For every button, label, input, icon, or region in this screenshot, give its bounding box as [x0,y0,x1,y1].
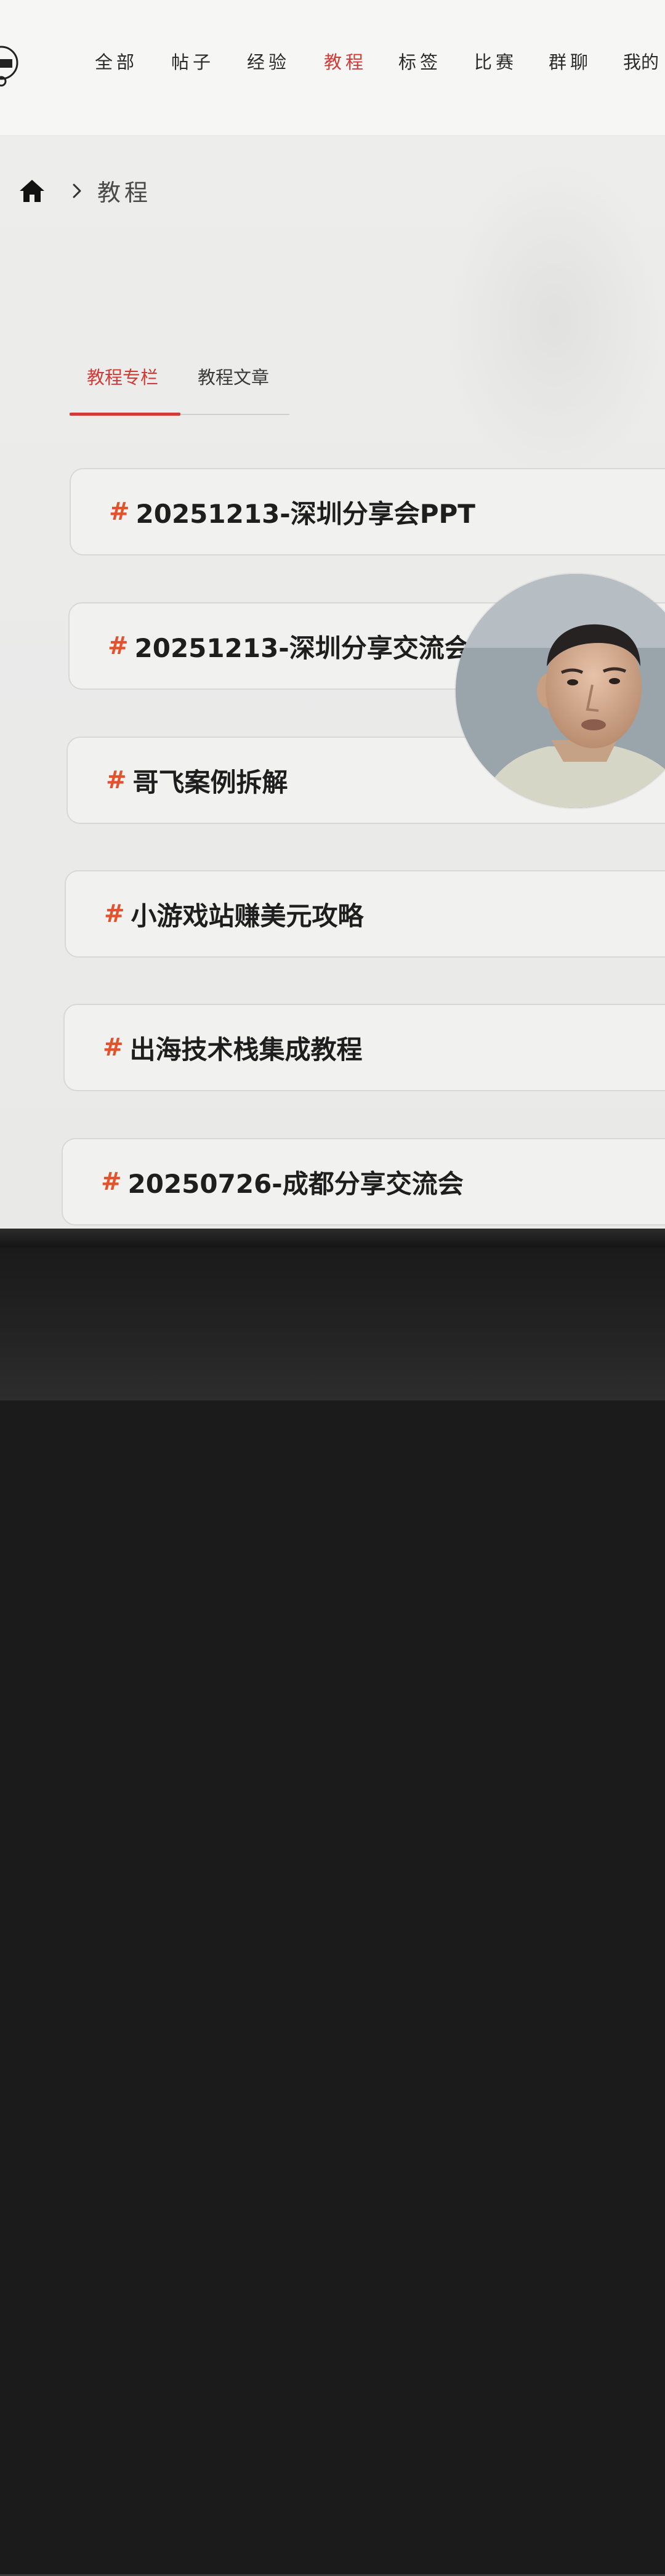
nav-item-mine[interactable]: 我的 [623,48,659,74]
card-title: 20251213-深圳分享会PPT [135,498,475,529]
nav-item-contests[interactable]: 比赛 [474,48,517,74]
monitor-bezel [0,1247,665,2576]
nav-item-experience[interactable]: 经验 [247,48,290,74]
column-card[interactable]: # 20250726-成都分享交流会 [62,1138,665,1225]
tab-tutorial-columns[interactable]: 教程专栏 [87,363,158,389]
card-title: 20251213-深圳分享交流会 [134,632,470,663]
home-icon[interactable] [18,177,46,204]
card-title: 20250726-成都分享交流会 [127,1168,464,1199]
nav-item-posts[interactable]: 帖子 [171,48,214,74]
nav-item-tutorials[interactable]: 教程 [324,48,367,74]
tab-bar: 教程专栏 教程文章 [70,363,289,416]
browser-viewport: 全部 帖子 经验 教程 标签 比赛 群聊 我的 教程 教程专栏 教程文章 # 2… [0,0,665,1229]
tab-active-indicator [70,413,180,416]
chevron-right-icon [73,184,81,198]
screen-glare [443,160,665,480]
hash-icon: # [108,632,129,660]
column-card[interactable]: # 出海技术栈集成教程 [63,1004,665,1091]
screen-bottom-edge [0,1229,665,1247]
tab-tutorial-articles[interactable]: 教程文章 [198,363,269,389]
card-title: 出海技术栈集成教程 [129,1034,363,1065]
column-card[interactable]: # 小游戏站赚美元攻略 [65,870,665,958]
hash-icon: # [109,498,130,526]
top-navigation: 全部 帖子 经验 教程 标签 比赛 群聊 我的 [0,0,665,136]
nav-item-all[interactable]: 全部 [95,48,138,74]
hash-icon: # [101,1168,122,1196]
site-logo[interactable] [0,38,18,89]
card-title: 哥飞案例拆解 [132,767,288,797]
breadcrumb: 教程 [18,174,151,208]
hash-icon: # [106,766,127,794]
nav-item-tags[interactable]: 标签 [398,48,441,74]
hash-icon: # [104,900,125,928]
column-card[interactable]: # 20251213-深圳分享会PPT [70,468,665,555]
hash-icon: # [103,1033,124,1062]
breadcrumb-current: 教程 [97,179,152,206]
card-title: 小游戏站赚美元攻略 [131,900,364,931]
nav-item-group-chat[interactable]: 群聊 [549,48,592,74]
